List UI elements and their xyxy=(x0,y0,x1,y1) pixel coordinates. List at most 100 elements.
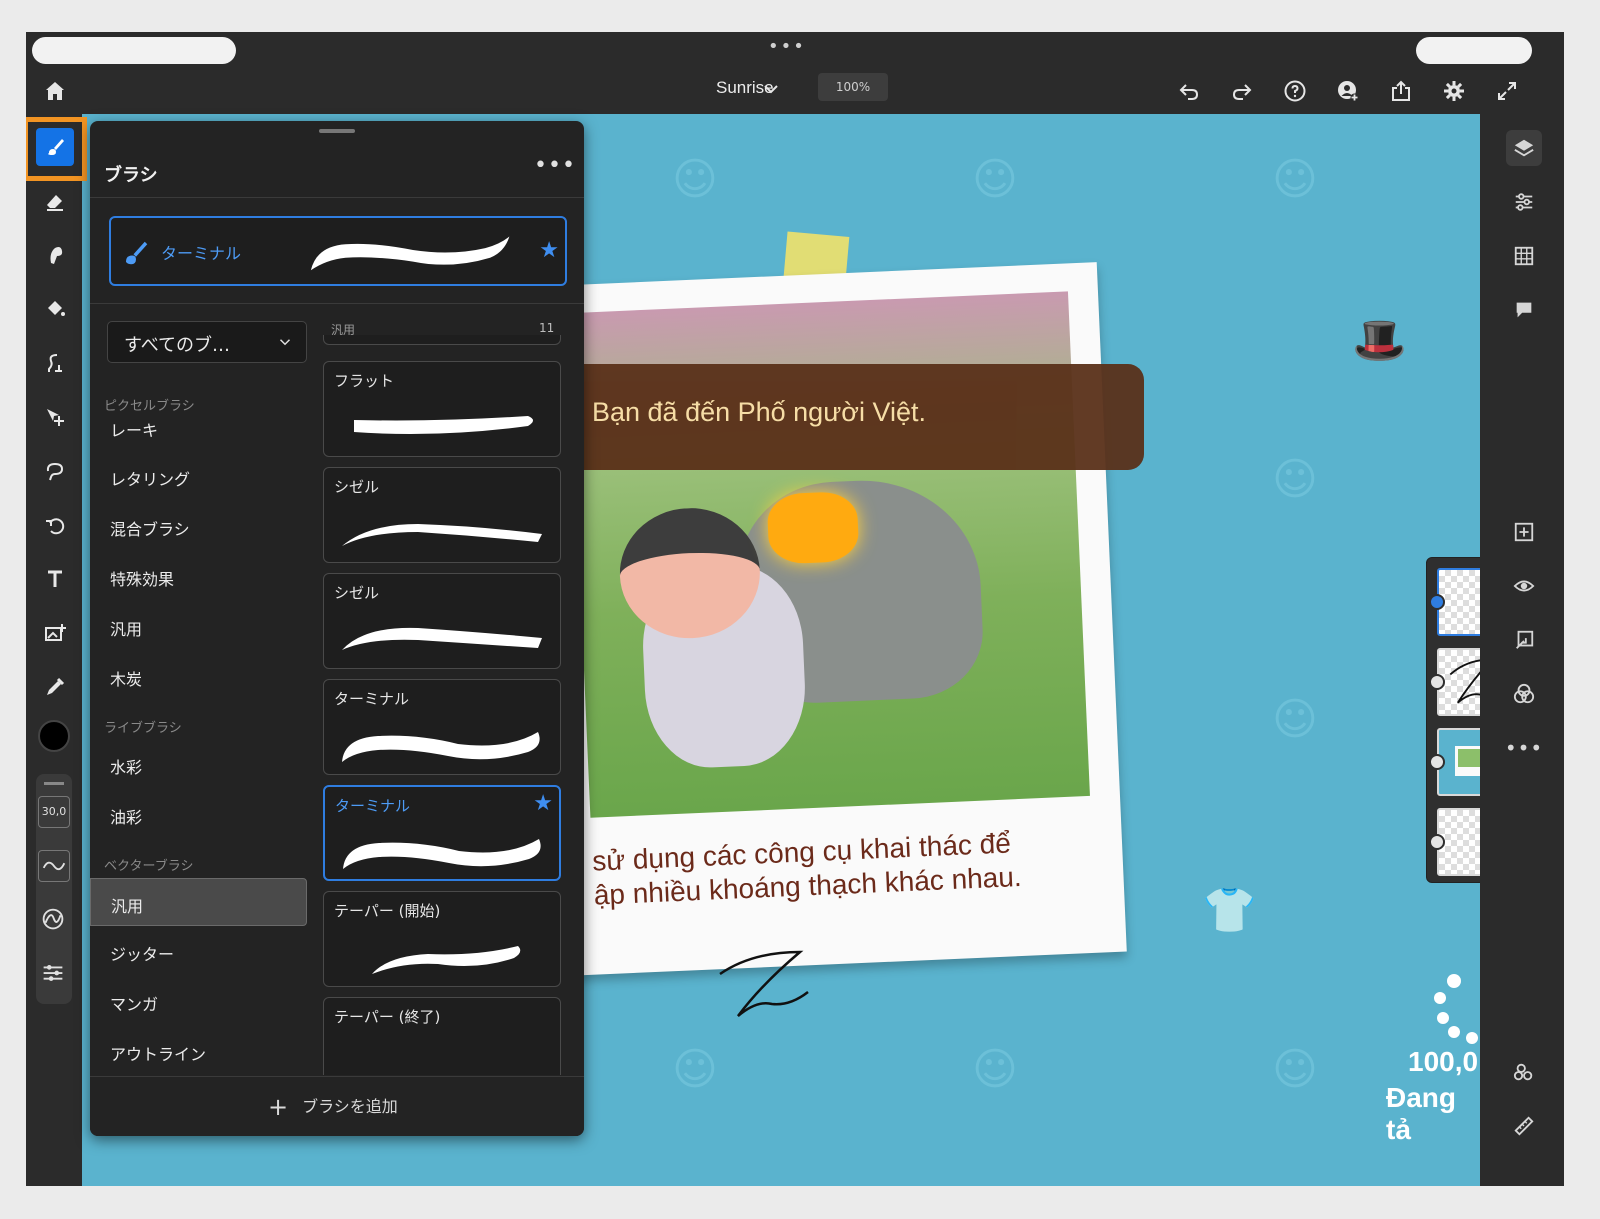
text-tool[interactable] xyxy=(36,560,74,598)
photo-thumb xyxy=(1455,746,1480,776)
panel-drag-handle[interactable] xyxy=(319,129,355,133)
brush-size-value[interactable]: 30,0 xyxy=(38,796,70,828)
lasso-tool[interactable] xyxy=(36,452,74,490)
rail-handle[interactable] xyxy=(44,782,64,785)
panel-more-options-icon[interactable]: ••• xyxy=(534,153,575,183)
category-item-special-effects[interactable]: 特殊効果 xyxy=(90,552,307,600)
progress-label: Đang tả xyxy=(1386,1082,1456,1145)
current-color-swatch[interactable] xyxy=(38,720,70,752)
brush-card-terminal-1[interactable]: ターミナル xyxy=(323,679,561,775)
visibility-eye-icon[interactable] xyxy=(1506,568,1542,604)
category-item-charcoal[interactable]: 木炭 xyxy=(90,652,307,700)
layers-icon[interactable] xyxy=(1506,130,1542,166)
more-options-icon[interactable]: ••• xyxy=(1505,730,1542,766)
gem-shape xyxy=(766,490,860,565)
stroke-smoothing-icon[interactable] xyxy=(38,850,70,882)
brush-settings-sliders-icon[interactable] xyxy=(38,958,70,990)
category-group-vector: ベクターブラシ xyxy=(104,859,194,874)
undo-icon[interactable] xyxy=(1172,74,1206,108)
scribble-thumb-icon xyxy=(1449,659,1480,704)
status-pill-right xyxy=(1416,37,1532,64)
left-toolbar: 30,0 xyxy=(26,114,82,1186)
brush-card-terminal-selected[interactable]: ターミナル ★ xyxy=(323,785,561,881)
eraser-tool[interactable] xyxy=(36,182,74,220)
pressure-curve-icon[interactable] xyxy=(38,904,70,936)
brush-card-taper-end[interactable]: テーパー (終了) xyxy=(323,997,561,1075)
add-layer-icon[interactable] xyxy=(1506,514,1542,550)
blend-mode-icon[interactable] xyxy=(1506,676,1542,712)
category-item-general-vector[interactable]: 汎用 xyxy=(90,878,307,926)
home-icon[interactable] xyxy=(38,74,72,108)
brush-panel: ブラシ ••• ターミナル ★ すべてのブ… ピクセルブラシ レーキ レタリング… xyxy=(90,121,584,1136)
comment-icon[interactable] xyxy=(1506,292,1542,328)
move-transform-tool[interactable] xyxy=(36,398,74,436)
brush-card-label: シゼル xyxy=(334,478,380,496)
ruler-icon[interactable] xyxy=(1506,1108,1542,1144)
smiley-pattern-icon: ☺ xyxy=(1272,454,1318,505)
layer-handle[interactable] xyxy=(1429,674,1445,690)
brush-card-label: テーパー (終了) xyxy=(334,1008,441,1026)
category-item-manga[interactable]: マンガ xyxy=(90,977,307,1025)
merge-down-icon[interactable] xyxy=(1506,622,1542,658)
multitask-dots-icon[interactable]: ••• xyxy=(768,36,806,57)
category-item-outline[interactable]: アウトライン xyxy=(90,1027,307,1075)
smiley-pattern-icon: ☺ xyxy=(1272,1044,1318,1095)
category-item-rake[interactable]: レーキ xyxy=(90,403,307,451)
brush-stroke-preview xyxy=(372,946,521,974)
libraries-icon[interactable] xyxy=(1506,1054,1542,1090)
help-icon[interactable] xyxy=(1278,74,1312,108)
brush-card-flat[interactable]: フラット xyxy=(323,361,561,457)
banner-text: Bạn đã đến Phố người Việt. xyxy=(592,397,927,427)
divider xyxy=(90,303,584,304)
smiley-pattern-icon: ☺ xyxy=(672,1044,718,1095)
brush-card-label: フラット xyxy=(334,372,395,390)
brush-card-label: シゼル xyxy=(334,584,380,602)
brush-stroke-preview xyxy=(342,627,542,650)
fullscreen-expand-icon[interactable] xyxy=(1490,74,1524,108)
chevron-down-icon xyxy=(279,339,291,346)
brush-card-label: ターミナル xyxy=(335,797,411,815)
add-brush-button[interactable]: + ブラシを追加 xyxy=(268,1093,398,1121)
brush-card-chisel-2[interactable]: シゼル xyxy=(323,573,561,669)
chevron-down-icon[interactable] xyxy=(759,72,783,106)
status-pill-left xyxy=(32,37,236,64)
redo-icon[interactable] xyxy=(1225,74,1259,108)
category-item-mixed[interactable]: 混合ブラシ xyxy=(90,502,307,550)
category-item-jitter[interactable]: ジッター xyxy=(90,927,307,975)
settings-gear-icon[interactable] xyxy=(1437,74,1471,108)
layer-handle[interactable] xyxy=(1429,594,1445,610)
favorite-star-icon[interactable]: ★ xyxy=(539,238,559,263)
category-item-watercolor[interactable]: 水彩 xyxy=(90,740,307,788)
panel-footer: + ブラシを追加 xyxy=(90,1076,584,1136)
favorite-star-icon[interactable]: ★ xyxy=(533,791,553,816)
share-icon[interactable] xyxy=(1384,74,1418,108)
category-item-oil[interactable]: 油彩 xyxy=(90,790,307,838)
eyedropper-tool[interactable] xyxy=(36,668,74,706)
brush-stroke-preview xyxy=(338,1036,548,1075)
brush-list: フラット シゼル シゼル ターミナル ターミナル ★ テーパー (開始) テーパ… xyxy=(321,335,565,1075)
invite-user-icon[interactable] xyxy=(1331,74,1365,108)
brush-card-chisel-1[interactable]: シゼル xyxy=(323,467,561,563)
image-layer-icon[interactable] xyxy=(1429,834,1445,850)
zoom-level[interactable]: 100% xyxy=(818,73,888,101)
spinner-dot xyxy=(1448,1026,1460,1038)
smudge-tool[interactable] xyxy=(36,236,74,274)
image-layer-icon[interactable] xyxy=(1429,754,1445,770)
brush-category-dropdown[interactable]: すべてのブ… xyxy=(107,321,307,363)
brush-stroke-preview xyxy=(354,416,533,434)
progress-value: 100,0 xyxy=(1408,1046,1479,1077)
grid-icon[interactable] xyxy=(1506,238,1542,274)
brush-stroke-preview xyxy=(338,335,548,340)
shape-rotate-tool[interactable] xyxy=(36,506,74,544)
brush-card-taper-start[interactable]: テーパー (開始) xyxy=(323,891,561,987)
fill-bucket-tool[interactable] xyxy=(36,290,74,328)
shirt-pattern-icon: 👕 xyxy=(1202,885,1257,936)
current-brush-card[interactable]: ターミナル ★ xyxy=(109,216,567,286)
adjustments-sliders-icon[interactable] xyxy=(1506,184,1542,220)
brush-card-partial[interactable] xyxy=(323,335,561,345)
category-item-general-pixel[interactable]: 汎用 xyxy=(90,602,307,650)
liquify-tool[interactable] xyxy=(36,344,74,382)
brush-card-label: ターミナル xyxy=(334,690,410,708)
place-image-tool[interactable] xyxy=(36,614,74,652)
category-item-lettering[interactable]: レタリング xyxy=(90,452,307,500)
